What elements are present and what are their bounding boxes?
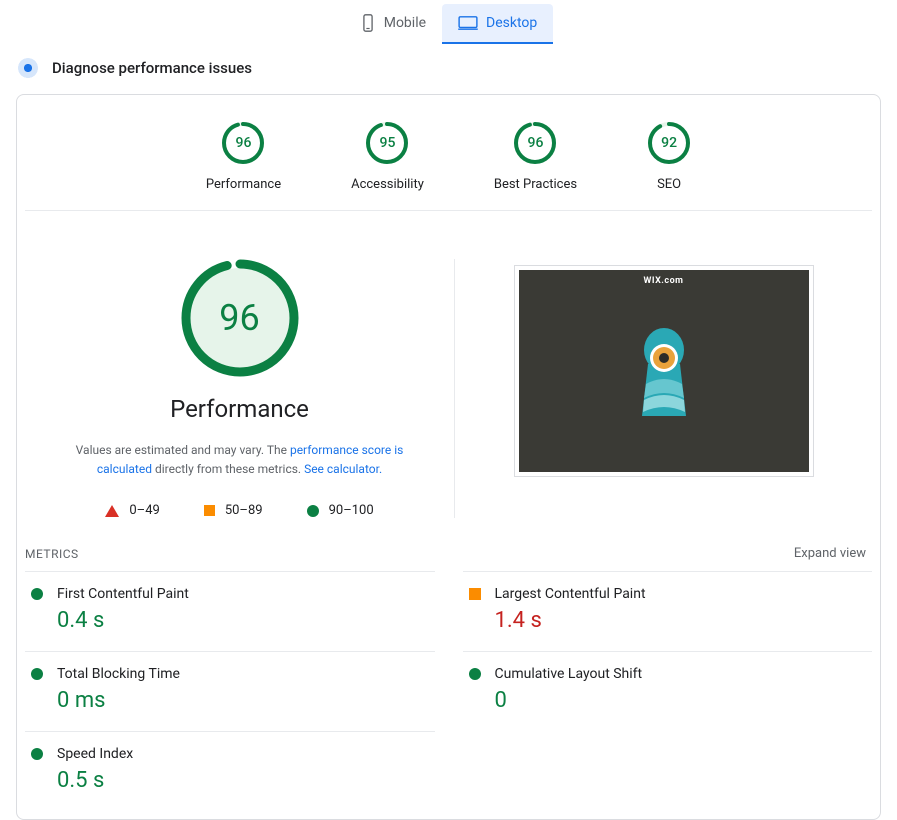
desktop-icon [458,15,478,31]
wix-logo: WIX.com [644,276,684,286]
tab-desktop[interactable]: Desktop [442,4,553,44]
score-large: 96 [181,259,299,377]
disclaimer-text-2: directly from these metrics. [152,462,304,476]
main-row: 96 Performance Values are estimated and … [17,211,880,536]
summary-best-practices[interactable]: 96 Best Practices [494,121,577,192]
metric-tbt-value: 0 ms [57,688,429,713]
tab-mobile-label: Mobile [384,15,426,31]
label-performance: Performance [206,177,281,192]
status-dot-icon [31,588,43,600]
score-seo: 92 [647,121,691,165]
report-card: 96 Performance 95 Accessibility 96 Best … [16,94,881,820]
gauge-performance: 96 [221,121,265,165]
section-title: Diagnose performance issues [52,59,252,77]
legend-red-label: 0–49 [129,503,159,518]
metric-tbt: Total Blocking Time 0 ms [25,651,435,731]
score-accessibility: 95 [365,121,409,165]
status-square-icon [469,588,481,600]
metric-lcp-name: Largest Contentful Paint [495,586,646,602]
square-icon [204,505,215,516]
metric-si-name: Speed Index [57,746,133,762]
legend-orange: 50–89 [204,503,263,518]
metric-si: Speed Index 0.5 s [25,731,435,811]
metric-cls: Cumulative Layout Shift 0 [463,651,873,731]
device-tabs: Mobile Desktop [0,0,897,44]
legend-green: 90–100 [307,503,374,518]
status-dot-icon [469,668,481,680]
status-dot-icon [31,668,43,680]
performance-title: Performance [170,395,309,423]
keyhole-icon [634,324,694,418]
label-accessibility: Accessibility [351,177,424,192]
summary-row: 96 Performance 95 Accessibility 96 Best … [25,95,872,211]
metric-cls-value: 0 [495,688,867,713]
link-see-calculator[interactable]: See calculator. [304,462,382,476]
score-legend: 0–49 50–89 90–100 [105,503,373,518]
summary-seo[interactable]: 92 SEO [647,121,691,192]
metrics-grid: First Contentful Paint 0.4 s Largest Con… [17,571,880,811]
legend-orange-label: 50–89 [225,503,263,518]
metric-lcp-value: 1.4 s [495,608,867,633]
metric-si-value: 0.5 s [57,768,429,793]
metrics-heading: METRICS [25,547,79,561]
score-best-practices: 96 [513,121,557,165]
performance-panel: 96 Performance Values are estimated and … [25,259,455,518]
legend-green-label: 90–100 [329,503,374,518]
summary-accessibility[interactable]: 95 Accessibility [351,121,424,192]
disclaimer-text-1: Values are estimated and may vary. The [76,443,290,457]
status-dot-icon [31,748,43,760]
label-seo: SEO [647,177,691,192]
disclaimer: Values are estimated and may vary. The p… [60,441,420,479]
summary-performance[interactable]: 96 Performance [206,121,281,192]
tab-desktop-label: Desktop [486,15,537,31]
gauge-accessibility: 95 [365,121,409,165]
pulse-icon [18,58,38,78]
metric-tbt-name: Total Blocking Time [57,666,180,682]
score-performance: 96 [221,121,265,165]
circle-icon [307,505,319,517]
tab-mobile[interactable]: Mobile [344,4,442,44]
section-header: Diagnose performance issues [0,44,897,88]
metric-fcp-name: First Contentful Paint [57,586,189,602]
gauge-seo: 92 [647,121,691,165]
screenshot-panel: WIX.com [455,259,872,518]
gauge-best-practices: 96 [513,121,557,165]
metrics-bar: METRICS Expand view [17,536,880,571]
metric-lcp: Largest Contentful Paint 1.4 s [463,571,873,651]
legend-red: 0–49 [105,503,159,518]
metric-fcp-value: 0.4 s [57,608,429,633]
metric-cls-name: Cumulative Layout Shift [495,666,643,682]
label-best-practices: Best Practices [494,177,577,192]
expand-view-button[interactable]: Expand view [794,546,866,561]
metric-fcp: First Contentful Paint 0.4 s [25,571,435,651]
page-screenshot: WIX.com [514,265,814,477]
gauge-large: 96 [181,259,299,377]
triangle-icon [105,505,119,517]
mobile-icon [360,14,376,32]
